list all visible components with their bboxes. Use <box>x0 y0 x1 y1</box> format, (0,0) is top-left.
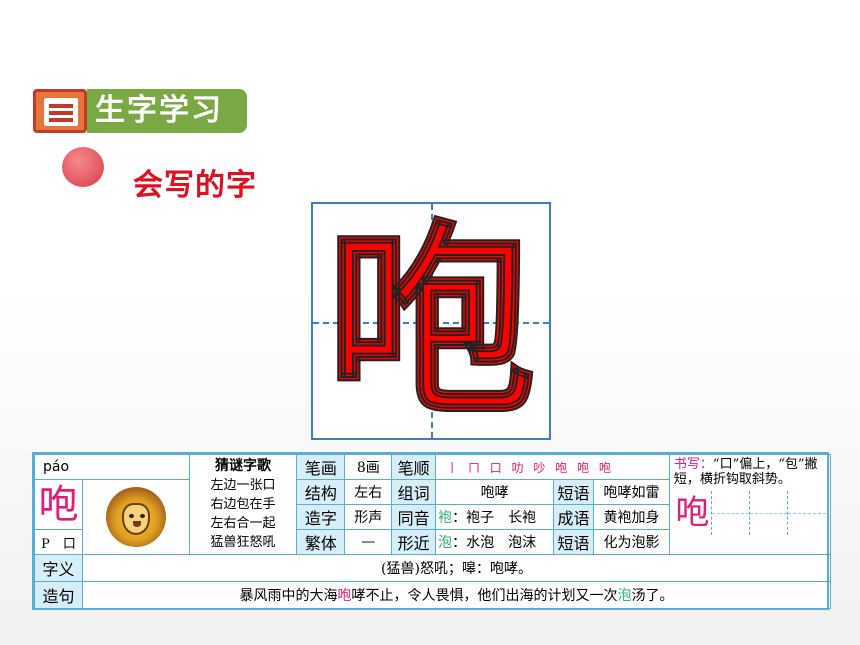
idiom: 黄袍加身 <box>593 504 670 530</box>
label-meaning: 字义 <box>34 554 83 582</box>
main-character: 咆 <box>325 199 537 446</box>
pinyin: páo <box>34 454 190 480</box>
label-structure: 结构 <box>296 479 346 505</box>
lion-image <box>81 479 190 555</box>
meaning: (猛兽)怒吼；嗥：咆哮。 <box>81 554 832 582</box>
label-formation: 造字 <box>296 504 346 530</box>
character-info-card: páo 猜谜字歌 左边一张口 右边包在手 左右合一起 猛兽狂怒吼 笔画 8画 笔… <box>32 452 832 610</box>
stroke-count: 8画 <box>344 454 393 480</box>
traditional: — <box>344 529 393 555</box>
formation: 形声 <box>344 504 393 530</box>
label-strokes: 笔画 <box>296 454 346 480</box>
card-character: 咆 <box>34 479 83 530</box>
label-phrase2: 短语 <box>553 529 595 555</box>
section-title: 生字学习 <box>87 89 247 133</box>
page-subtitle: 会写的字 <box>133 168 257 203</box>
label-sentence: 造句 <box>34 581 83 609</box>
phrase2: 化为泡影 <box>593 529 670 555</box>
sentence: 暴风雨中的大海咆哮不止，令人畏惧，他们出海的计划又一次泡汤了。 <box>81 581 832 609</box>
riddle-block: 猜谜字歌 左边一张口 右边包在手 左右合一起 猛兽狂怒吼 <box>188 454 298 555</box>
label-traditional: 繁体 <box>296 529 346 555</box>
list-icon <box>33 89 87 133</box>
writing-tip: 书写：“口”偏上，“包”撇短，横折钩取斜势。 咆 <box>668 454 832 555</box>
writing-char: 咆 <box>675 493 710 533</box>
similar: 泡：水泡 泡沫 <box>435 529 555 555</box>
phrase: 咆哮如雷 <box>593 479 670 505</box>
label-homophone: 同音 <box>391 504 437 530</box>
stroke-order: 丨 ㄇ 口 叻 吵 咆 咆 咆 <box>435 454 670 480</box>
label-phrase: 短语 <box>553 479 595 505</box>
label-words: 组词 <box>391 479 437 505</box>
homophone: 袍：袍子 长袍 <box>435 504 555 530</box>
label-similar: 形近 <box>391 529 437 555</box>
radical-row: P 口 <box>34 529 83 555</box>
structure: 左右 <box>344 479 393 505</box>
label-idiom: 成语 <box>553 504 595 530</box>
smiley-icon <box>62 147 104 187</box>
label-stroke-order: 笔顺 <box>391 454 437 480</box>
character-grid: 咆 <box>311 199 551 446</box>
section-badge: 生字学习 <box>33 89 247 133</box>
word: 咆哮 <box>435 479 555 505</box>
